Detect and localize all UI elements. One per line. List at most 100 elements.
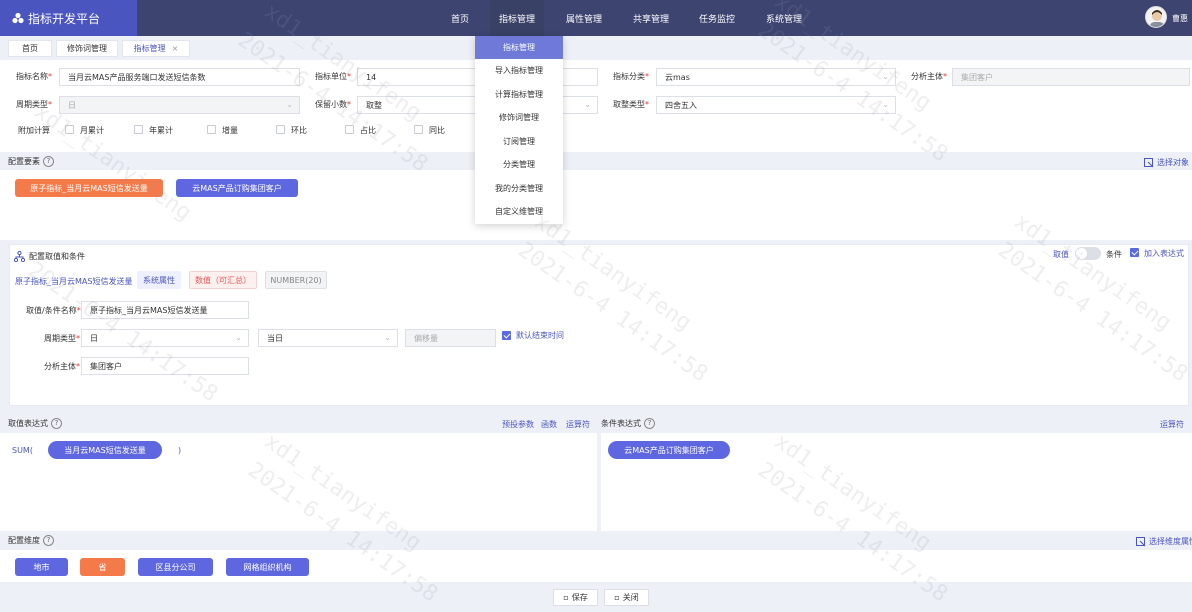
period-label: 周期类型* xyxy=(16,100,52,109)
dimension-city-button[interactable]: 地市 xyxy=(15,558,68,576)
default-end-checkbox[interactable] xyxy=(502,331,511,340)
tag-type: NUMBER(20) xyxy=(265,271,327,289)
tab-modifier-management[interactable]: 修饰词管理 xyxy=(56,40,118,57)
decimals-label: 保留小数* xyxy=(315,100,351,109)
extra-ratio-label: 占比 xyxy=(360,126,376,135)
dimensions-title: 配置维度? xyxy=(8,535,54,546)
menu-indicator-management[interactable]: 指标管理 xyxy=(475,36,563,59)
dimension-grid-button[interactable]: 网格组织机构 xyxy=(226,558,309,576)
select-dimension-link[interactable]: 选择维度属性 xyxy=(1136,536,1192,547)
checkbox-yearly[interactable] xyxy=(134,125,143,134)
select-icon xyxy=(1144,157,1154,167)
close-button[interactable]: ▫ 关闭 xyxy=(604,589,649,606)
functions-link[interactable]: 函数 xyxy=(541,419,557,430)
elements-panel: 原子指标_当月云MAS短信发送量 云MAS产品订购集团客户 xyxy=(0,170,1192,240)
subject-input[interactable]: 集团客户 xyxy=(952,68,1190,86)
nav-indicator-management[interactable]: 指标管理 xyxy=(490,0,544,36)
cond-period-select[interactable]: 日 ⌄ xyxy=(81,329,249,347)
extra-monthly-label: 月累计 xyxy=(80,126,104,135)
extra-increment-label: 增量 xyxy=(222,126,238,135)
checkbox-yoy[interactable] xyxy=(414,125,423,134)
extra-yoy-label: 同比 xyxy=(429,126,445,135)
close-icon: ▫ xyxy=(614,593,620,602)
name-label: 指标名称* xyxy=(16,72,52,81)
value-expr-pill[interactable]: 当月云MAS短信发送量 xyxy=(48,441,162,459)
tag-system-attr: 系统属性 xyxy=(137,271,181,289)
value-condition-toggle[interactable] xyxy=(1075,247,1101,260)
cond-period-range-select[interactable]: 当日 ⌄ xyxy=(258,329,398,347)
select-object-link[interactable]: 选择对象 xyxy=(1144,157,1189,168)
user-name[interactable]: 曹惠 xyxy=(1172,13,1192,24)
checkbox-increment[interactable] xyxy=(207,125,216,134)
save-icon: ▫ xyxy=(563,593,569,602)
basic-form-panel: 指标名称* 当月云MAS产品服务端口发送短信条数 指标单位* 14 指标分类* … xyxy=(0,60,1192,152)
nav-system-management[interactable]: 系统管理 xyxy=(757,0,811,36)
help-icon[interactable]: ? xyxy=(51,418,62,429)
expr-prefix: SUM( xyxy=(12,446,33,455)
element-subscribe-button[interactable]: 云MAS产品订购集团客户 xyxy=(176,179,298,197)
close-icon[interactable]: × xyxy=(172,44,179,53)
menu-subscription[interactable]: 订阅管理 xyxy=(475,130,563,153)
cond-operators-link[interactable]: 运算符 xyxy=(1160,419,1184,430)
checkbox-monthly[interactable] xyxy=(65,125,74,134)
help-icon[interactable]: ? xyxy=(43,156,54,167)
menu-my-category[interactable]: 我的分类管理 xyxy=(475,177,563,200)
cond-expr-panel[interactable]: 云MAS产品订购集团客户 xyxy=(601,433,1192,531)
element-atomic-button[interactable]: 原子指标_当月云MAS短信发送量 xyxy=(15,179,163,197)
dimension-province-button[interactable]: 省 xyxy=(80,558,125,576)
app-title: 指标开发平台 xyxy=(28,11,101,26)
extra-mom-label: 环比 xyxy=(291,126,307,135)
unit-label: 指标单位* xyxy=(315,72,351,81)
offset-input[interactable]: 偏移量 xyxy=(405,329,496,347)
checkbox-mom[interactable] xyxy=(276,125,285,134)
save-button[interactable]: ▫ 保存 xyxy=(553,589,598,606)
cond-subject-input[interactable]: 集团客户 xyxy=(81,357,249,375)
app-logo[interactable]: 指标开发平台 xyxy=(0,0,137,36)
menu-import-indicator[interactable]: 导入指标管理 xyxy=(475,59,563,82)
rounding-select[interactable]: 四舍五入 ⌄ xyxy=(656,96,896,114)
period-select[interactable]: 日 ⌄ xyxy=(59,96,300,114)
avatar[interactable] xyxy=(1145,6,1167,28)
checkbox-ratio[interactable] xyxy=(345,125,354,134)
nav-share-management[interactable]: 共享管理 xyxy=(624,0,678,36)
preset-params-link[interactable]: 预投参数 xyxy=(502,419,534,430)
tab-indicator-management[interactable]: 指标管理 × xyxy=(122,40,190,57)
subject-label: 分析主体* xyxy=(911,72,947,81)
cond-period-label: 周期类型* xyxy=(44,334,80,343)
add-expr-checkbox[interactable] xyxy=(1130,248,1139,257)
operators-link[interactable]: 运算符 xyxy=(566,419,590,430)
add-expr-label[interactable]: 加入表达式 xyxy=(1144,248,1184,259)
conditions-panel: 配置取值和条件 取值 条件 加入表达式 原子指标_当月云MAS短信发送量 系统属… xyxy=(9,244,1189,406)
extra-label: 附加计算 xyxy=(18,126,50,135)
dimensions-panel: 地市 省 区县分公司 网格组织机构 xyxy=(0,550,1192,582)
nav-home[interactable]: 首页 xyxy=(441,0,479,36)
nav-task-monitor[interactable]: 任务监控 xyxy=(690,0,744,36)
value-name-input[interactable]: 原子指标_当月云MAS短信发送量 xyxy=(81,301,249,319)
tab-home[interactable]: 首页 xyxy=(8,40,52,57)
menu-modifier[interactable]: 修饰词管理 xyxy=(475,106,563,129)
value-expr-panel[interactable]: SUM( 当月云MAS短信发送量 ) xyxy=(0,433,597,531)
menu-category[interactable]: 分类管理 xyxy=(475,153,563,176)
menu-custom-dimension[interactable]: 自定义维管理 xyxy=(475,200,563,223)
conditions-title: 配置取值和条件 xyxy=(14,251,85,262)
help-icon[interactable]: ? xyxy=(644,418,655,429)
category-select[interactable]: 云mas ⌄ xyxy=(656,68,896,86)
cond-expr-pill[interactable]: 云MAS产品订购集团客户 xyxy=(608,441,730,459)
expr-suffix: ) xyxy=(178,446,182,455)
switch-value-label: 取值 xyxy=(1053,250,1069,259)
nav-attribute-management[interactable]: 属性管理 xyxy=(557,0,611,36)
select-icon xyxy=(1136,536,1146,546)
cond-expr-title: 条件表达式? xyxy=(601,418,655,429)
dimension-county-button[interactable]: 区县分公司 xyxy=(138,558,213,576)
logo-icon xyxy=(12,12,24,24)
elements-title: 配置要素? xyxy=(8,156,54,167)
indicator-dropdown-menu: 指标管理 导入指标管理 计算指标管理 修饰词管理 订阅管理 分类管理 我的分类管… xyxy=(475,36,563,224)
help-icon[interactable]: ? xyxy=(43,535,54,546)
value-name-label: 取值/条件名称* xyxy=(26,306,81,315)
tabs-bar: 首页 修饰词管理 指标管理 × xyxy=(0,36,1192,60)
menu-calc-indicator[interactable]: 计算指标管理 xyxy=(475,83,563,106)
tag-numeric: 数值（可汇总） xyxy=(189,271,257,289)
name-input[interactable]: 当月云MAS产品服务端口发送短信条数 xyxy=(59,68,300,86)
extra-yearly-label: 年累计 xyxy=(149,126,173,135)
rounding-label: 取整类型* xyxy=(613,100,649,109)
